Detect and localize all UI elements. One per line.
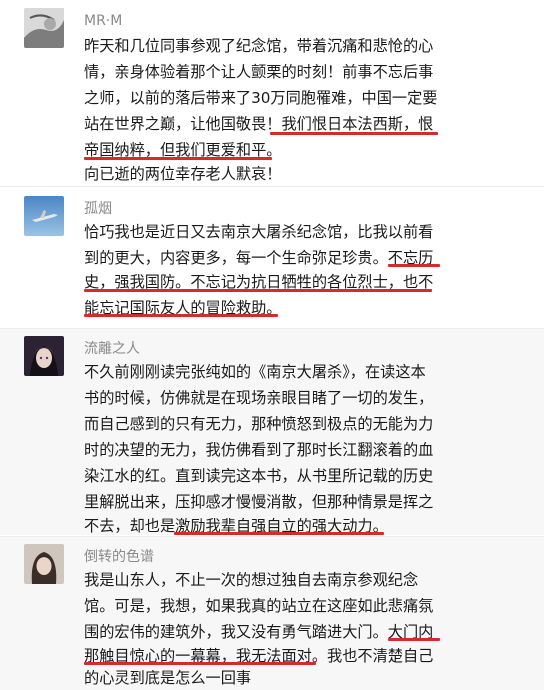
comment-author[interactable]: 倒转的色谱: [84, 548, 154, 566]
highlight-underline: [84, 662, 316, 665]
highlight-underline: [388, 638, 440, 641]
comment-line: 里解脱出来，压抑感才慢慢消散，但那种情景是挥之: [84, 493, 434, 511]
comment-line: 昨天和几位同事参观了纪念馆，带着沉痛和悲怆的心: [84, 37, 434, 55]
avatar[interactable]: [24, 8, 64, 48]
comment-line: 不久前刚刚读完张纯如的《南京大屠杀》，在读这本: [84, 363, 426, 381]
sketch-portrait-icon: [24, 8, 64, 48]
comment-line: 之师，以前的落后带来了30万同胞罹难，中国一定要: [84, 89, 438, 107]
highlight-underline: [84, 314, 278, 317]
comment-line: 馆。可是，我想，如果我真的站立在这座如此悲痛氛: [84, 597, 434, 615]
comment-line: 而自己感到的只有无力，那种愤怒到极点的无能为力: [84, 415, 434, 433]
sky-jet-icon: [24, 196, 64, 236]
comment-line: 的心灵到底是怎么一回事: [84, 669, 252, 687]
comment-line: 染江水的红。直到读完这本书，从书里所记载的历史: [84, 467, 434, 485]
highlight-underline: [270, 132, 438, 135]
comment-line: 向已逝的两位幸存老人默哀！: [84, 165, 282, 183]
comment-line: 到的更大，内容更多，每一个生命弥足珍贵。不忘历: [84, 249, 434, 267]
comment-line: 书的时候，仿佛就是在现场亲眼目睹了一切的发生，: [84, 389, 434, 407]
divider: [0, 186, 544, 187]
comment-line: 站在世界之巅，让他国敬畏！我们恨日本法西斯，恨: [84, 115, 434, 133]
comment-author[interactable]: MR·M: [84, 12, 122, 30]
comment-author[interactable]: 流離之人: [84, 340, 140, 358]
highlight-underline: [84, 157, 272, 160]
comment-line: 情，亲身体验着那个让人颤栗的时刻！前事不忘后事: [84, 63, 434, 81]
comment-line: 围的宏伟的建筑外，我又没有勇气踏进大门。大门内: [84, 623, 434, 641]
highlight-underline: [84, 289, 432, 292]
anime-character-icon: [24, 336, 64, 376]
highlight-underline: [388, 264, 440, 267]
avatar[interactable]: [24, 544, 64, 584]
avatar[interactable]: [24, 336, 64, 376]
portrait-girl-icon: [24, 544, 64, 584]
avatar[interactable]: [24, 196, 64, 236]
comment-line: 我是山东人，不止一次的想过独自去南京参观纪念: [84, 571, 419, 589]
comment-author[interactable]: 孤烟: [84, 200, 112, 218]
comment-line: 恰巧我也是近日又去南京大屠杀纪念馆，比我以前看: [84, 223, 434, 241]
highlight-underline: [174, 532, 384, 535]
comment-line: 时的决望的无力，我仿佛看到了那时长江翻滚着的血: [84, 441, 434, 459]
